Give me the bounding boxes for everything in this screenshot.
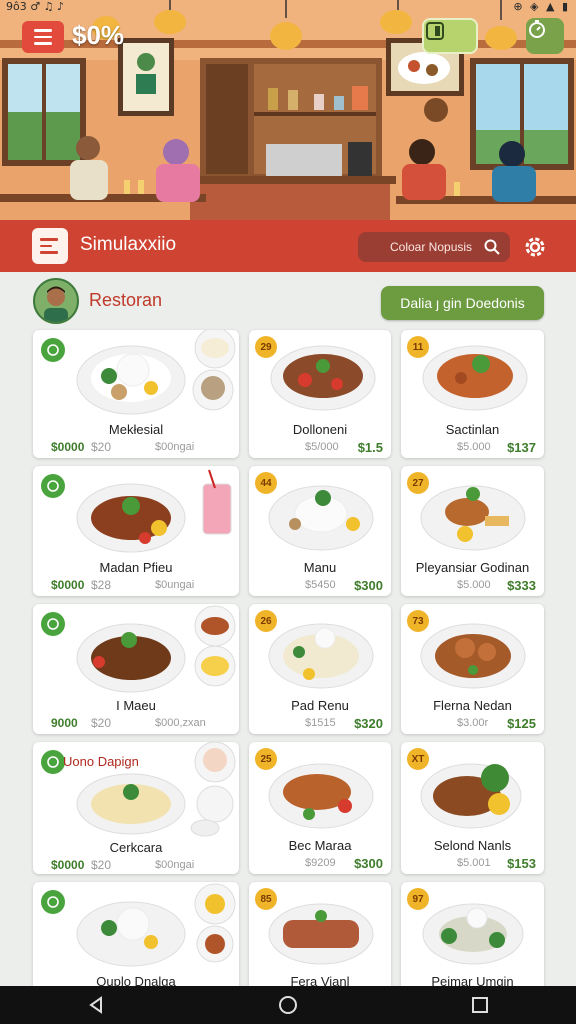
menu-item-card[interactable]: 11 Sactinlan $5.000 $137 [401,330,544,458]
dish-price: $300 [354,856,383,871]
app-root: 9ô3 ♂ ♫ ♪ ⊕ ◈ ▲ ▮ $0% Simulaxxiio Coloar… [0,0,576,1024]
home-icon[interactable] [278,995,298,1015]
dish-price-alt: $28 [91,578,112,592]
search-icon[interactable] [484,239,500,255]
timer-icon [529,20,545,38]
dish-price-alt: $3.00r [457,717,489,729]
menu-item-card[interactable]: 44 Manu $5450 $300 [249,466,391,596]
dish-price-alt: $5450 [305,579,336,591]
dish-price: $333 [507,578,536,593]
recents-icon[interactable] [470,995,490,1015]
menu-item-card[interactable]: 97 Peimar Umgin [401,882,544,1002]
menu-item-card[interactable]: Ouplo Dnalga [33,882,239,1002]
menu-item-card[interactable]: Madan Pfieu $0000 $28 $0ungai [33,466,239,596]
dish-price-note: $0ungai [155,579,195,591]
dish-name: Selond Nanls [433,838,512,853]
menu-item-card[interactable]: 25 Bec Maraa $9209 $300 [249,742,391,874]
dish-price-alt: $1515 [305,717,336,729]
menu-item-card[interactable]: XT Selond Nanls $5.001 $153 [401,742,544,874]
dish-price: $300 [354,578,383,593]
dish-name: Pleyansiar Godinan [415,560,530,575]
dish-badge: 25 [255,748,277,770]
menu-item-card[interactable]: Mekłesial $0000 $20 $00ngai [33,330,239,458]
timer-button[interactable] [526,18,564,54]
menu-item-card[interactable]: 85 Fera Vianl [249,882,391,1002]
status-bar-left: 9ô3 ♂ ♫ ♪ [6,0,64,13]
promo-text: $0% [72,20,125,50]
whatsapp-icon[interactable] [41,338,65,362]
dish-name: Sactinlan [445,422,500,437]
dish-price: $1.5 [357,440,383,455]
system-nav-bar [0,986,576,1024]
dish-price-note: $00ngai [155,441,195,453]
dish-name: I Maeu [116,698,156,713]
dish-badge: 26 [255,610,277,632]
app-bar: Simulaxxiio Coloar Nopusis [0,220,576,272]
tablet-view-button[interactable] [422,18,478,54]
gear-icon[interactable] [522,234,548,260]
menu-item-card[interactable]: Uono Dapign Cerkcara $0000 $20 $00ngai [33,742,239,874]
avatar[interactable] [33,278,79,324]
avatar-image [35,280,77,322]
menu-item-card[interactable]: 27 Pleyansiar Godinan $5.000 $333 [401,466,544,596]
dish-price-alt: $9209 [305,857,336,869]
dish-price-alt: $20 [91,716,112,730]
tablet-icon [426,22,444,40]
dish-name: Mekłesial [108,422,164,437]
whatsapp-icon[interactable] [41,474,65,498]
dish-name: Flerna Nedan [433,698,512,713]
menu-item-card[interactable]: 73 Flerna Nedan $3.00r $125 [401,604,544,734]
dish-price: $125 [507,716,536,731]
dish-price-note: $000,zxan [155,717,206,729]
cta-button[interactable]: Dalia ȷ gin Doedonis [381,286,544,320]
dish-badge: 97 [407,888,429,910]
dish-badge: 73 [407,610,429,632]
dish-name: Madan Pfieu [99,560,173,575]
dish-name: Bec Maraa [288,838,352,853]
dish-name: Cerkcara [109,840,163,855]
dish-name: Dolloneni [292,422,348,437]
status-bar-right: ⊕ ◈ ▲ ▮ [513,0,570,13]
menu-item-card[interactable]: 29 Dolloneni $5/000 $1.5 [249,330,391,458]
restaurant-scene: 9ô3 ♂ ♫ ♪ ⊕ ◈ ▲ ▮ $0% [0,0,576,220]
dish-price-alt: $20 [91,858,112,872]
dish-badge: 44 [255,472,277,494]
dish-price-alt: $5/000 [305,441,339,453]
back-icon[interactable] [86,995,106,1015]
dish-badge: 85 [255,888,277,910]
dish-name: Pad Renu [291,698,349,713]
dish-price-main: $0000 [51,440,85,454]
dish-price-note: $00ngai [155,859,195,871]
whatsapp-icon[interactable] [41,890,65,914]
dish-price-alt: $5.001 [457,857,491,869]
hamburger-menu-button[interactable] [22,21,64,53]
dish-badge: XT [407,748,429,770]
dish-name: Manu [303,560,337,575]
dish-badge: 27 [407,472,429,494]
dish-price-main: 9000 [51,716,78,730]
dish-price-main: $0000 [51,858,85,872]
app-logo-icon[interactable] [32,228,68,264]
search-input[interactable]: Coloar Nopusis [358,232,510,262]
dish-price: $137 [507,440,536,455]
dish-price-alt: $20 [91,440,112,454]
hamburger-icon [34,29,52,32]
dish-price: $320 [354,716,383,731]
restaurant-title: Restoran [89,290,163,310]
search-placeholder: Coloar Nopusis [390,240,473,254]
menu-content: Restoran Dalia ȷ gin Doedonis Mekłesial … [0,272,576,1002]
app-title: Simulaxxiio [80,234,177,255]
dish-badge: 11 [407,336,429,358]
menu-item-card[interactable]: I Maeu 9000 $20 $000,zxan [33,604,239,734]
dish-price: $153 [507,856,536,871]
dish-price-alt: $5.000 [457,441,491,453]
dish-heading: Uono Dapign [63,754,139,769]
dish-price-main: $0000 [51,578,85,592]
dish-badge: 29 [255,336,277,358]
dish-price-alt: $5.000 [457,579,491,591]
whatsapp-icon[interactable] [41,612,65,636]
menu-item-card[interactable]: 26 Pad Renu $1515 $320 [249,604,391,734]
